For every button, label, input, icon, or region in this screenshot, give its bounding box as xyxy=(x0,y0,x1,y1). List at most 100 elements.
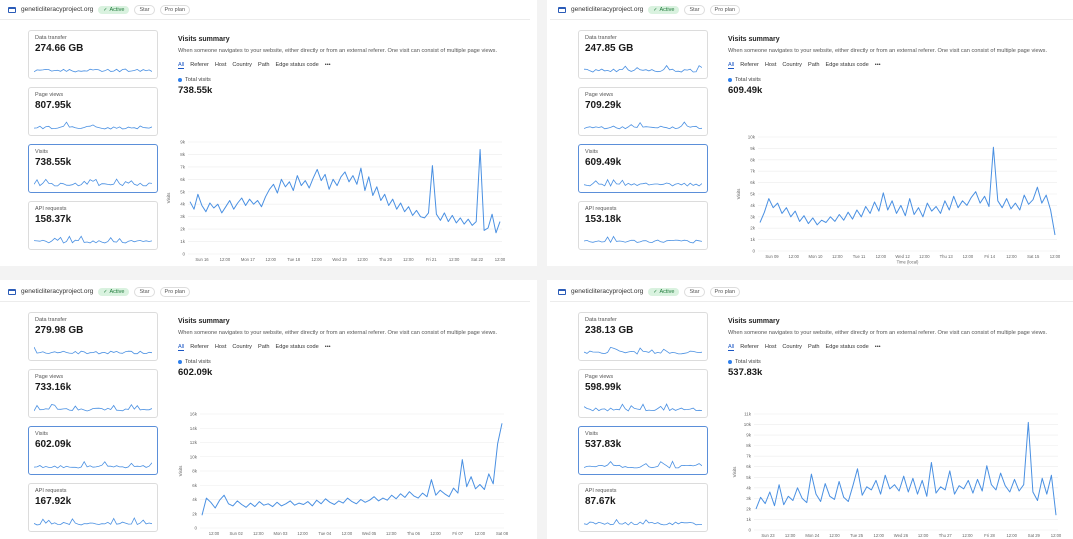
sparkline xyxy=(34,68,152,73)
panel-header: geneticliteracyproject.org ✓ Active Star Pro… xyxy=(550,0,1073,20)
metric-label: Visits xyxy=(35,149,49,155)
tab-path[interactable]: Path xyxy=(258,344,270,351)
plan-badge[interactable]: Pro plan xyxy=(709,286,741,297)
tab-path[interactable]: Path xyxy=(808,62,820,69)
tab-host[interactable]: Host xyxy=(765,62,777,69)
metric-card-visits[interactable]: Visits 602.09k xyxy=(28,426,158,475)
tab-country[interactable]: Country xyxy=(782,344,802,351)
tab-all[interactable]: All xyxy=(728,344,735,352)
site-name[interactable]: geneticliteracyproject.org xyxy=(571,288,643,295)
tab-host[interactable]: Host xyxy=(215,62,227,69)
visits-line-chart[interactable]: 0 2k 4k 6k 8k 10k 12k 14k 16k Visits 12:00 Sun 02 12… xyxy=(176,410,516,539)
star-button[interactable]: Star xyxy=(134,4,155,15)
metric-label: API requests xyxy=(35,206,67,212)
sparkline xyxy=(584,403,702,412)
visits-line-chart[interactable]: 0 1k 2k 3k 4k 5k 6k 7k 8k 9k 10k Visits Sun 09 12:00 M… xyxy=(734,133,1069,265)
tab-edge-status-code[interactable]: Edge status code xyxy=(826,344,869,351)
metric-value: 537.83k xyxy=(585,439,622,450)
metric-card-visits[interactable]: Visits 738.55k xyxy=(28,144,158,193)
y-tick-label: 2k xyxy=(750,226,756,231)
metric-value: 87.67k xyxy=(585,496,616,507)
metric-card-api-requests[interactable]: API requests 158.37k xyxy=(28,201,158,250)
tab-host[interactable]: Host xyxy=(215,344,227,351)
y-axis-label: Visits xyxy=(732,466,737,477)
more-tabs-button[interactable]: ••• xyxy=(875,62,881,69)
tab-path[interactable]: Path xyxy=(258,62,270,69)
site-name[interactable]: geneticliteracyproject.org xyxy=(571,6,643,13)
tab-country[interactable]: Country xyxy=(232,344,252,351)
y-tick-label: 4k xyxy=(192,497,198,502)
metric-card-api-requests[interactable]: API requests 153.18k xyxy=(578,201,708,250)
star-label: Star xyxy=(689,288,700,295)
tab-edge-status-code[interactable]: Edge status code xyxy=(826,62,869,69)
plan-badge[interactable]: Pro plan xyxy=(709,4,741,15)
metric-card-api-requests[interactable]: API requests 167.92k xyxy=(28,483,158,532)
metric-card-page-views[interactable]: Page views 709.29k xyxy=(578,87,708,136)
metric-card-api-requests[interactable]: API requests 87.67k xyxy=(578,483,708,532)
x-tick-label: 12:00 xyxy=(386,531,397,536)
x-tick-label: 12:00 xyxy=(403,257,414,262)
x-tick-label: Mon 24 xyxy=(805,533,820,538)
x-tick-label: 12:00 xyxy=(253,531,264,536)
tab-edge-status-code[interactable]: Edge status code xyxy=(276,344,319,351)
visits-line-chart[interactable]: 0 1k 2k 3k 4k 5k 6k 7k 8k 9k Visits Sun 16 12:00 Mon … xyxy=(164,138,514,265)
metric-label: Visits xyxy=(35,431,49,437)
star-button[interactable]: Star xyxy=(134,286,155,297)
plan-badge[interactable]: Pro plan xyxy=(159,4,191,15)
metric-card-visits[interactable]: Visits 537.83k xyxy=(578,426,708,475)
visits-line-chart[interactable]: 0 1k 2k 3k 4k 5k 6k 7k 8k 9k 10k 11k Visits Sun 23 12:… xyxy=(730,410,1070,539)
x-tick-label: 12:00 xyxy=(832,254,843,259)
more-tabs-button[interactable]: ••• xyxy=(325,62,331,69)
summary-title: Visits summary xyxy=(728,36,780,43)
metric-card-data-transfer[interactable]: Data transfer 274.66 GB xyxy=(28,30,158,79)
x-tick-label: Fri 07 xyxy=(452,531,463,536)
tab-host[interactable]: Host xyxy=(765,344,777,351)
summary-description: When someone navigates to your website, … xyxy=(178,330,497,336)
total-visits-value: 537.83k xyxy=(728,367,763,379)
star-button[interactable]: Star xyxy=(684,286,705,297)
chart-legend: Total visits xyxy=(728,77,1068,83)
tab-referer[interactable]: Referer xyxy=(740,62,759,69)
tab-all[interactable]: All xyxy=(178,344,185,352)
site-name[interactable]: geneticliteracyproject.org xyxy=(21,288,93,295)
more-tabs-button[interactable]: ••• xyxy=(325,344,331,351)
metric-value: 238.13 GB xyxy=(585,325,634,336)
metric-value: 167.92k xyxy=(35,496,72,507)
tab-referer[interactable]: Referer xyxy=(190,62,209,69)
y-tick-label: 6k xyxy=(746,464,752,469)
metric-value: 807.95k xyxy=(35,100,72,111)
more-tabs-button[interactable]: ••• xyxy=(875,344,881,351)
metric-card-page-views[interactable]: Page views 733.16k xyxy=(28,369,158,418)
metric-card-page-views[interactable]: Page views 807.95k xyxy=(28,87,158,136)
star-label: Star xyxy=(689,6,700,13)
y-tick-label: 3k xyxy=(180,214,186,219)
plan-badge[interactable]: Pro plan xyxy=(159,286,191,297)
sparkline xyxy=(584,235,702,244)
browser-window-icon xyxy=(558,288,566,295)
metric-card-page-views[interactable]: Page views 598.99k xyxy=(578,369,708,418)
y-tick-label: 9k xyxy=(180,140,186,145)
check-icon: ✓ xyxy=(653,288,658,295)
y-tick-label: 1k xyxy=(746,517,752,522)
legend-dot xyxy=(178,360,182,365)
metric-card-visits[interactable]: Visits 609.49k xyxy=(578,144,708,193)
tab-referer[interactable]: Referer xyxy=(740,344,759,351)
sparkline xyxy=(584,460,702,469)
site-name[interactable]: geneticliteracyproject.org xyxy=(21,6,93,13)
metric-value: 247.85 GB xyxy=(585,43,634,54)
series-line-total-visits xyxy=(759,146,1056,236)
metric-label: Page views xyxy=(35,374,64,380)
tab-country[interactable]: Country xyxy=(232,62,252,69)
star-button[interactable]: Star xyxy=(684,4,705,15)
metric-card-data-transfer[interactable]: Data transfer 247.85 GB xyxy=(578,30,708,79)
tab-referer[interactable]: Referer xyxy=(190,344,209,351)
metric-card-data-transfer[interactable]: Data transfer 238.13 GB xyxy=(578,312,708,361)
metric-card-data-transfer[interactable]: Data transfer 279.98 GB xyxy=(28,312,158,361)
legend-dot xyxy=(178,78,182,83)
tab-country[interactable]: Country xyxy=(782,62,802,69)
x-tick-label: 12:00 xyxy=(297,531,308,536)
tab-path[interactable]: Path xyxy=(808,344,820,351)
tab-all[interactable]: All xyxy=(728,62,735,70)
tab-all[interactable]: All xyxy=(178,62,185,70)
tab-edge-status-code[interactable]: Edge status code xyxy=(276,62,319,69)
